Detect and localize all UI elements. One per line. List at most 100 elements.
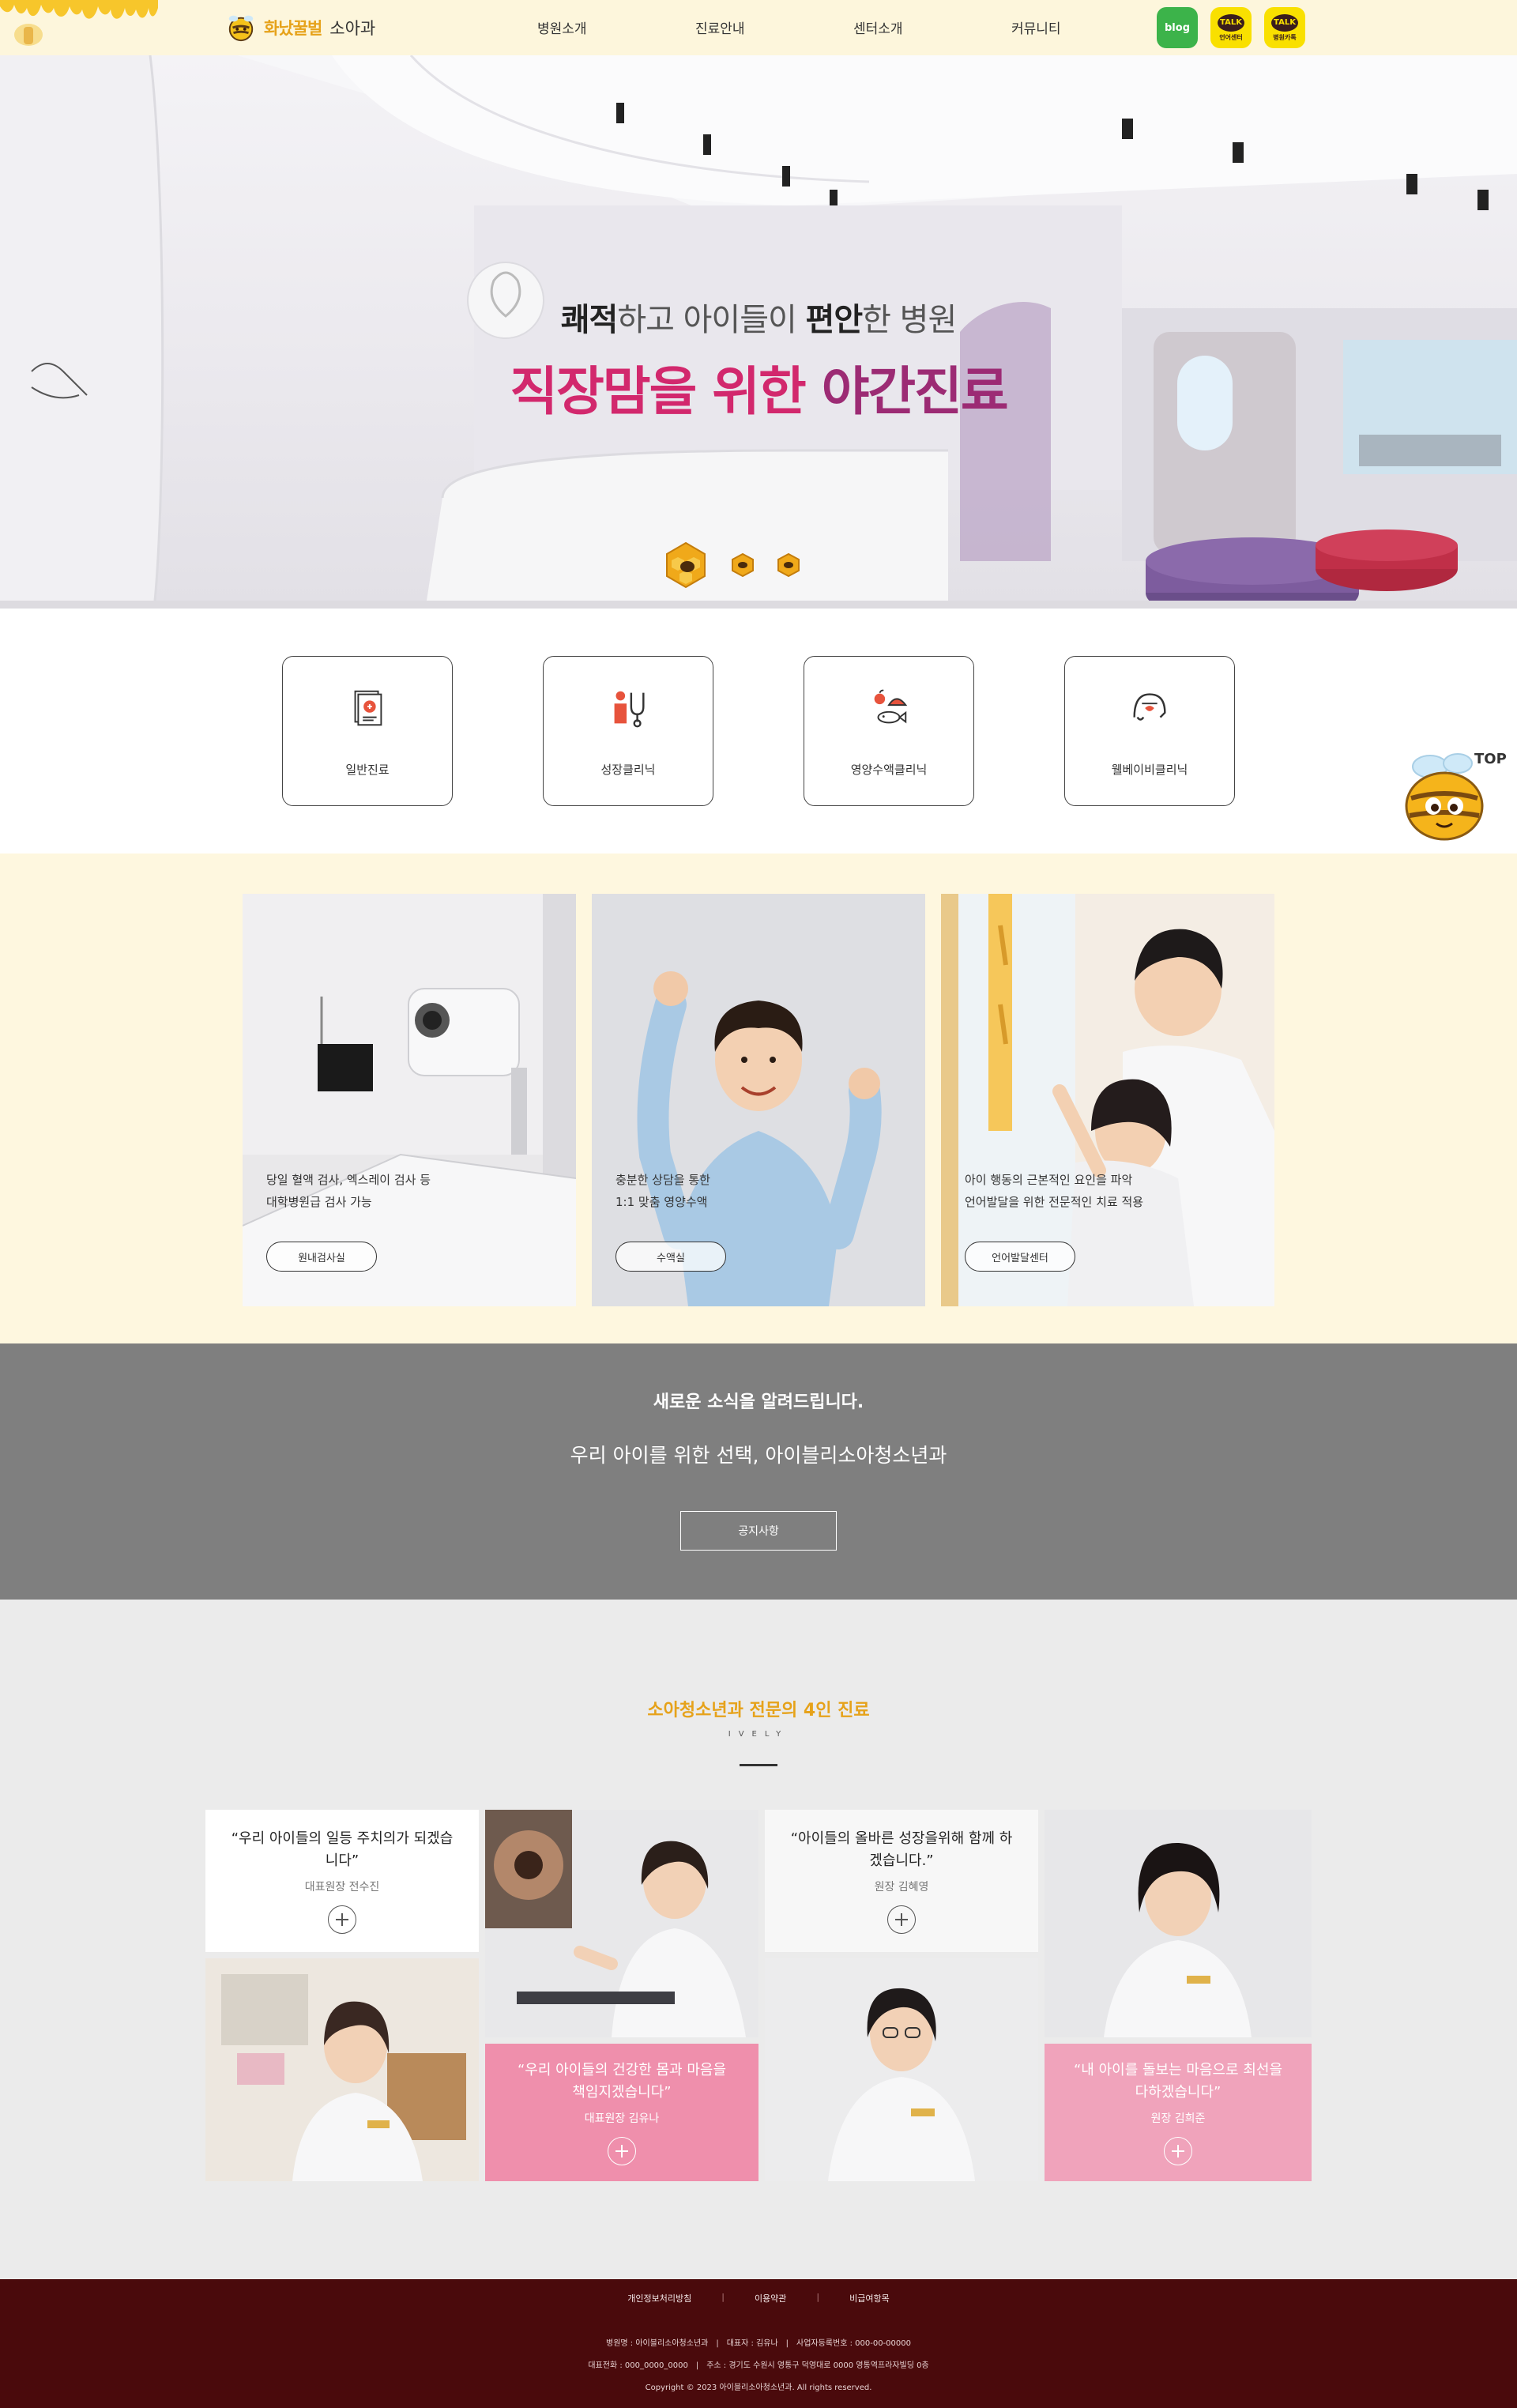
feature-line: 대학병원급 검사 가능 — [266, 1195, 372, 1209]
quick-menu-wellbaby-clinic[interactable]: 웰베이비클리닉 — [1064, 656, 1235, 806]
doctor-photo-image — [205, 1958, 479, 2181]
privacy-policy-link[interactable]: 개인정보처리방침 — [627, 2292, 691, 2304]
stethoscope-icon — [614, 691, 645, 727]
doctor-photo-image — [485, 1810, 758, 2037]
food-icon — [874, 689, 908, 723]
hero-line1-part-a: 쾌적 — [560, 302, 619, 338]
nav-center-intro[interactable]: 센터소개 — [853, 17, 1011, 37]
slide-indicator-active-honeycomb-icon[interactable] — [662, 541, 710, 589]
plus-icon[interactable] — [1164, 2137, 1192, 2165]
doctor-quote-card[interactable]: “아이들의 올바른 성장을위해 함께 하겠습니다.” 원장 김혜영 — [765, 1810, 1038, 1952]
feature-card-lab: 당일 혈액 검사, 엑스레이 검사 등 대학병원급 검사 가능 원내검사실 — [243, 894, 576, 1306]
site-header: 화났꿀벌 소아과 병원소개 진료안내 센터소개 커뮤니티 blog TALK 언… — [0, 0, 1517, 55]
top-label: TOP — [1474, 751, 1507, 767]
plus-icon[interactable] — [608, 2137, 636, 2165]
notice-button[interactable]: 공지사항 — [680, 1511, 837, 1551]
talk-caption: 병원카톡 — [1273, 33, 1297, 41]
hero-headline-large: 직장맘을 위한 야간진료 — [0, 349, 1517, 425]
doctor-quote: “아이들의 올바른 성장을위해 함께 하겠습니다.” — [790, 1830, 1013, 1869]
slide-indicator-honeycomb-icon[interactable] — [730, 552, 755, 578]
doctor-quote-card[interactable]: “우리 아이들의 일등 주치의가 되겠습니다” 대표원장 전수진 — [205, 1810, 479, 1952]
title-divider — [740, 1764, 777, 1766]
slide-indicator-honeycomb-icon[interactable] — [776, 552, 801, 578]
news-banner: 새로운 소식을 알려드립니다. 우리 아이를 위한 선택, 아이블리소아청소년과… — [0, 1343, 1517, 1600]
quick-menu-general-care[interactable]: 일반진료 — [282, 656, 453, 806]
feature-line: 아이 행동의 근본적인 요인을 파악 — [965, 1173, 1133, 1187]
sns-links: blog TALK 언어센터 TALK 병원카톡 — [1157, 7, 1305, 48]
feature-line: 당일 혈액 검사, 엑스레이 검사 등 — [266, 1173, 431, 1187]
main-nav: 병원소개 진료안내 센터소개 커뮤니티 — [537, 17, 1169, 37]
hero-line1-part-b: 하고 아이들이 — [617, 302, 806, 338]
doctor-photo-image — [765, 1958, 1038, 2181]
center-features: 당일 혈액 검사, 엑스레이 검사 등 대학병원급 검사 가능 원내검사실 충분… — [0, 854, 1517, 1343]
news-title: 새로운 소식을 알려드립니다. — [653, 1392, 864, 1412]
news-subtitle: 우리 아이를 위한 선택, 아이블리소아청소년과 — [570, 1444, 947, 1467]
footer-info-line: 대표전화 : 000_0000_0000 | 주소 : 경기도 수원시 영통구 … — [588, 2361, 929, 2370]
footer-copyright: Copyright © 2023 아이블리소아청소년과. All rights … — [645, 2384, 872, 2392]
feature-line: 언어발달을 위한 전문적인 치료 적용 — [965, 1195, 1144, 1209]
scroll-top-button[interactable]: TOP — [1398, 743, 1509, 849]
doctor-quote: “내 아이를 돌보는 마음으로 최선을 다하겠습니다” — [1073, 2062, 1283, 2101]
kakaotalk-icon: TALK — [1218, 13, 1244, 32]
divider: | — [721, 2292, 725, 2302]
doctor-name: 대표원장 전수진 — [304, 1881, 380, 1894]
terms-link[interactable]: 이용약관 — [755, 2292, 786, 2304]
hero-line2-part-b: 야간진료 — [821, 361, 1009, 422]
feature-description: 충분한 상담을 통한 1:1 맞춤 영양수액 — [615, 1169, 710, 1213]
kakaotalk-language-center-button[interactable]: TALK 언어센터 — [1210, 7, 1252, 48]
doctor-photo-image — [1045, 1810, 1312, 2037]
non-covered-items-link[interactable]: 비급여항목 — [849, 2292, 890, 2304]
hero-slider: 쾌적하고 아이들이 편안한 병원 직장맘을 위한 야간진료 — [0, 55, 1517, 609]
hero-line2-part-a: 직장맘을 위한 — [510, 361, 822, 422]
feature-description: 아이 행동의 근본적인 요인을 파악 언어발달을 위한 전문적인 치료 적용 — [965, 1169, 1143, 1213]
kakaotalk-hospital-button[interactable]: TALK 병원카톡 — [1264, 7, 1305, 48]
hero-line1-part-d: 한 병원 — [862, 302, 957, 338]
feature-card-language-center: 아이 행동의 근본적인 요인을 파악 언어발달을 위한 전문적인 치료 적용 언… — [941, 894, 1274, 1306]
blog-button[interactable]: blog — [1157, 7, 1198, 48]
quick-menu-label: 웰베이비클리닉 — [1111, 762, 1188, 777]
doctor-name: 대표원장 김유나 — [584, 2112, 660, 2125]
doctor-quote-card[interactable]: “내 아이를 돌보는 마음으로 최선을 다하겠습니다” 원장 김희준 — [1045, 2044, 1312, 2181]
plus-icon[interactable] — [328, 1905, 356, 1934]
nav-treatment-guide[interactable]: 진료안내 — [695, 17, 853, 37]
doctor-photo — [485, 1810, 758, 2037]
footer-info-line: 병원명 : 아이블리소아청소년과 | 대표자 : 김유나 | 사업자등록번호 :… — [606, 2339, 911, 2348]
doctor-quote: “우리 아이들의 일등 주치의가 되겠습니다” — [231, 1830, 454, 1869]
lab-room-button[interactable]: 원내검사실 — [266, 1242, 377, 1272]
doctor-name: 원장 김희준 — [1150, 2112, 1206, 2125]
doctor-name: 원장 김혜영 — [874, 1881, 929, 1894]
nav-community[interactable]: 커뮤니티 — [1011, 17, 1169, 37]
doctor-quote: “우리 아이들의 건강한 몸과 마음을 책임지겠습니다” — [517, 2062, 727, 2101]
doctors-eng-subtitle: IVELY — [728, 1730, 789, 1739]
blog-label: blog — [1165, 21, 1190, 34]
quick-menu-label: 영양수액클리닉 — [850, 762, 928, 777]
divider: | — [816, 2292, 820, 2302]
honey-drip-decoration — [0, 0, 158, 46]
nav-hospital-intro[interactable]: 병원소개 — [537, 17, 695, 37]
iv-room-button[interactable]: 수액실 — [615, 1242, 726, 1272]
footer-links: 개인정보처리방침 | 이용약관 | 비급여항목 — [0, 2292, 1517, 2304]
hero-headline-small: 쾌적하고 아이들이 편안한 병원 — [0, 294, 1517, 340]
slider-pagination — [662, 541, 801, 589]
doctor-photo — [205, 1958, 479, 2181]
feature-card-iv-room: 충분한 상담을 통한 1:1 맞춤 영양수액 수액실 — [592, 894, 925, 1306]
doctor-photo — [1045, 1810, 1312, 2037]
bee-logo-icon — [228, 15, 254, 42]
talk-caption: 언어센터 — [1219, 33, 1243, 41]
logo-brand-text: 화났꿀벌 — [264, 19, 322, 38]
quick-menu-label: 성장클리닉 — [600, 762, 656, 777]
document-icon — [354, 690, 382, 725]
language-center-button[interactable]: 언어발달센터 — [965, 1242, 1075, 1272]
doctor-quote-card[interactable]: “우리 아이들의 건강한 몸과 마음을 책임지겠습니다” 대표원장 김유나 — [485, 2044, 758, 2181]
doctors-section: 소아청소년과 전문의 4인 진료 IVELY “우리 아이들의 일등 주치의가 … — [0, 1600, 1517, 2279]
baby-icon — [1133, 692, 1166, 721]
doctor-photo — [765, 1958, 1038, 2181]
site-logo[interactable]: 화났꿀벌 소아과 — [226, 13, 375, 43]
doctors-title: 소아청소년과 전문의 4인 진료 — [647, 1701, 870, 1720]
quick-menu-nutrition-clinic[interactable]: 영양수액클리닉 — [804, 656, 974, 806]
hero-line1-part-c: 편안 — [805, 302, 864, 338]
feature-description: 당일 혈액 검사, 엑스레이 검사 등 대학병원급 검사 가능 — [266, 1169, 431, 1213]
quick-menu-growth-clinic[interactable]: 성장클리닉 — [543, 656, 713, 806]
plus-icon[interactable] — [887, 1905, 916, 1934]
kakaotalk-icon: TALK — [1271, 13, 1298, 32]
